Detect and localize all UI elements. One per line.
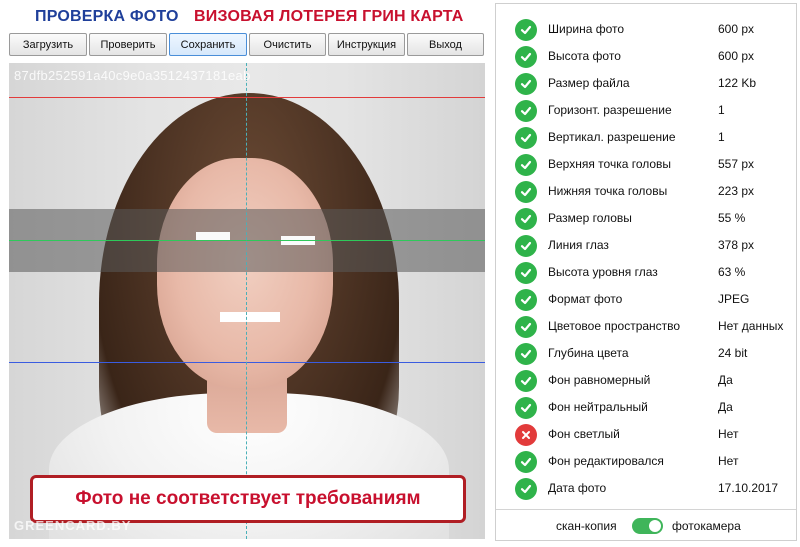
check-row: Фон редактировался Нет	[496, 448, 796, 475]
check-row: Дата фото 17.10.2017	[496, 475, 796, 502]
camera-label: фотокамера	[672, 519, 741, 533]
check-label: Фон светлый	[548, 427, 620, 441]
toggle-knob	[649, 520, 661, 532]
check-row: Фон светлый Нет	[496, 421, 796, 448]
check-row: Верхняя точка головы 557 px	[496, 151, 796, 178]
check-label: Высота уровня глаз	[548, 265, 658, 279]
toolbar: Загрузить Проверить Сохранить Очистить И…	[9, 33, 486, 57]
check-row: Нижняя точка головы 223 px	[496, 178, 796, 205]
check-value: 557 px	[718, 157, 755, 171]
check-value: 1	[718, 130, 725, 144]
check-label: Дата фото	[548, 481, 607, 495]
photo-face	[157, 158, 333, 388]
check-mark-icon	[515, 19, 537, 41]
check-mark-icon	[515, 181, 537, 203]
check-value: Нет	[718, 427, 739, 441]
check-button[interactable]: Проверить	[89, 33, 167, 56]
check-label: Цветовое пространство	[548, 319, 681, 333]
check-mark-icon	[515, 478, 537, 500]
check-row: Вертикал. разрешение 1	[496, 124, 796, 151]
check-mark-icon	[515, 127, 537, 149]
check-mark-icon	[515, 208, 537, 230]
check-value: Нет	[718, 454, 739, 468]
exit-button[interactable]: Выход	[407, 33, 484, 56]
check-mark-icon	[515, 343, 537, 365]
check-label: Вертикал. разрешение	[548, 130, 676, 144]
check-label: Линия глаз	[548, 238, 609, 252]
check-label: Глубина цвета	[548, 346, 629, 360]
check-label: Верхняя точка головы	[548, 157, 672, 171]
check-mark-icon	[515, 289, 537, 311]
photo-preview: 87dfb252591a40c9e0a3512437181eab Фото не…	[9, 63, 485, 539]
head-top-line	[9, 97, 485, 98]
check-label: Горизонт. разрешение	[548, 103, 672, 117]
check-mark-icon	[515, 235, 537, 257]
photo-hash: 87dfb252591a40c9e0a3512437181eab	[14, 68, 251, 83]
warning-banner: Фото не соответствует требованиям	[30, 475, 466, 523]
clear-button[interactable]: Очистить	[249, 33, 326, 56]
check-row: Размер файла 122 Kb	[496, 70, 796, 97]
check-value: Да	[718, 373, 733, 387]
instructions-button[interactable]: Инструкция	[328, 33, 405, 56]
check-row: Фон нейтральный Да	[496, 394, 796, 421]
check-value: 24 bit	[718, 346, 748, 360]
check-row: Высота фото 600 px	[496, 43, 796, 70]
check-mark-icon	[515, 46, 537, 68]
eye-line	[9, 240, 485, 241]
check-value: 55 %	[718, 211, 746, 225]
check-mark-icon	[515, 370, 537, 392]
check-mark-icon	[515, 316, 537, 338]
check-row: Линия глаз 378 px	[496, 232, 796, 259]
check-label: Размер файла	[548, 76, 630, 90]
source-toggle-bar: скан-копия фотокамера	[496, 509, 796, 540]
check-mark-icon	[515, 451, 537, 473]
check-value: Да	[718, 400, 733, 414]
check-row: Формат фото JPEG	[496, 286, 796, 313]
upload-button[interactable]: Загрузить	[9, 33, 87, 56]
check-mark-icon	[515, 262, 537, 284]
check-row: Цветовое пространство Нет данных	[496, 313, 796, 340]
check-row: Горизонт. разрешение 1	[496, 97, 796, 124]
check-label: Фон равномерный	[548, 373, 651, 387]
scan-copy-label: скан-копия	[556, 519, 617, 533]
app-subtitle: ВИЗОВАЯ ЛОТЕРЕЯ ГРИН КАРТА	[194, 8, 464, 25]
check-value: 1	[718, 103, 725, 117]
chin-line	[9, 362, 485, 363]
check-row: Ширина фото 600 px	[496, 16, 796, 43]
app-title: ПРОВЕРКА ФОТО	[35, 8, 179, 25]
check-label: Фон редактировался	[548, 454, 664, 468]
check-value: 17.10.2017	[718, 481, 779, 495]
check-label: Ширина фото	[548, 22, 625, 36]
check-label: Формат фото	[548, 292, 623, 306]
check-value: Нет данных	[718, 319, 784, 333]
mouth-cover	[220, 312, 280, 322]
check-label: Нижняя точка головы	[548, 184, 668, 198]
check-label: Фон нейтральный	[548, 400, 648, 414]
watermark: GREENCARD.BY	[14, 518, 132, 533]
app-header: ПРОВЕРКА ФОТО ВИЗОВАЯ ЛОТЕРЕЯ ГРИН КАРТА	[0, 0, 494, 32]
check-results-panel: Ширина фото 600 px Высота фото 600 px Размер…	[495, 3, 797, 541]
check-value: 378 px	[718, 238, 755, 252]
save-button[interactable]: Сохранить	[169, 33, 247, 56]
check-row: Фон равномерный Да	[496, 367, 796, 394]
check-value: JPEG	[718, 292, 750, 306]
check-mark-icon	[515, 73, 537, 95]
cross-mark-icon	[515, 424, 537, 446]
source-toggle[interactable]	[632, 518, 663, 534]
check-value: 223 px	[718, 184, 755, 198]
check-row: Глубина цвета 24 bit	[496, 340, 796, 367]
check-row: Высота уровня глаз 63 %	[496, 259, 796, 286]
check-value: 600 px	[718, 49, 755, 63]
check-value: 122 Kb	[718, 76, 757, 90]
check-value: 63 %	[718, 265, 746, 279]
check-value: 600 px	[718, 22, 755, 36]
center-guide-line	[246, 63, 247, 539]
check-mark-icon	[515, 154, 537, 176]
check-mark-icon	[515, 100, 537, 122]
check-label: Размер головы	[548, 211, 632, 225]
check-mark-icon	[515, 397, 537, 419]
check-label: Высота фото	[548, 49, 621, 63]
check-row: Размер головы 55 %	[496, 205, 796, 232]
